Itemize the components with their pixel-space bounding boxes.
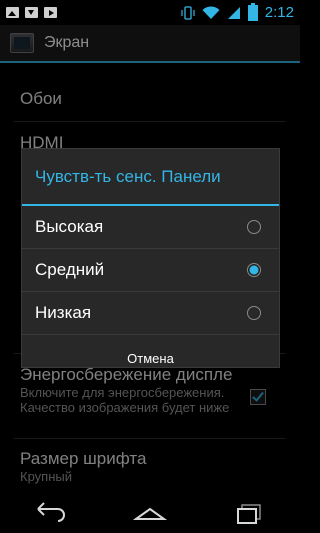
status-time: 2:12	[264, 4, 294, 21]
option-high[interactable]: Высокая	[22, 206, 279, 249]
image-icon	[6, 7, 19, 18]
play-store-icon	[44, 7, 57, 18]
back-icon[interactable]	[30, 501, 70, 525]
notification-icons	[0, 7, 57, 18]
option-low[interactable]: Низкая	[22, 292, 279, 334]
download-icon	[25, 7, 38, 18]
dialog-title: Чувств-ть сенс. Панели	[22, 149, 279, 206]
cancel-button[interactable]: Отмена	[22, 334, 279, 382]
radio-unchecked-icon[interactable]	[247, 220, 261, 234]
vibrate-icon	[181, 5, 195, 20]
home-icon[interactable]	[130, 501, 170, 525]
radio-checked-icon[interactable]	[247, 263, 261, 277]
signal-icon	[227, 6, 240, 19]
touch-sensitivity-dialog: Чувств-ть сенс. Панели Высокая Средний Н…	[21, 148, 280, 368]
battery-icon	[247, 2, 258, 21]
system-icons: 2:12	[181, 0, 294, 25]
status-bar: 2:12	[0, 0, 300, 25]
option-label: Низкая	[35, 303, 92, 322]
radio-unchecked-icon[interactable]	[247, 306, 261, 320]
option-medium[interactable]: Средний	[22, 249, 279, 292]
wifi-icon	[202, 5, 220, 19]
recents-icon[interactable]	[230, 501, 270, 525]
option-label: Средний	[35, 260, 105, 279]
navigation-bar	[0, 493, 300, 533]
option-label: Высокая	[35, 217, 104, 236]
